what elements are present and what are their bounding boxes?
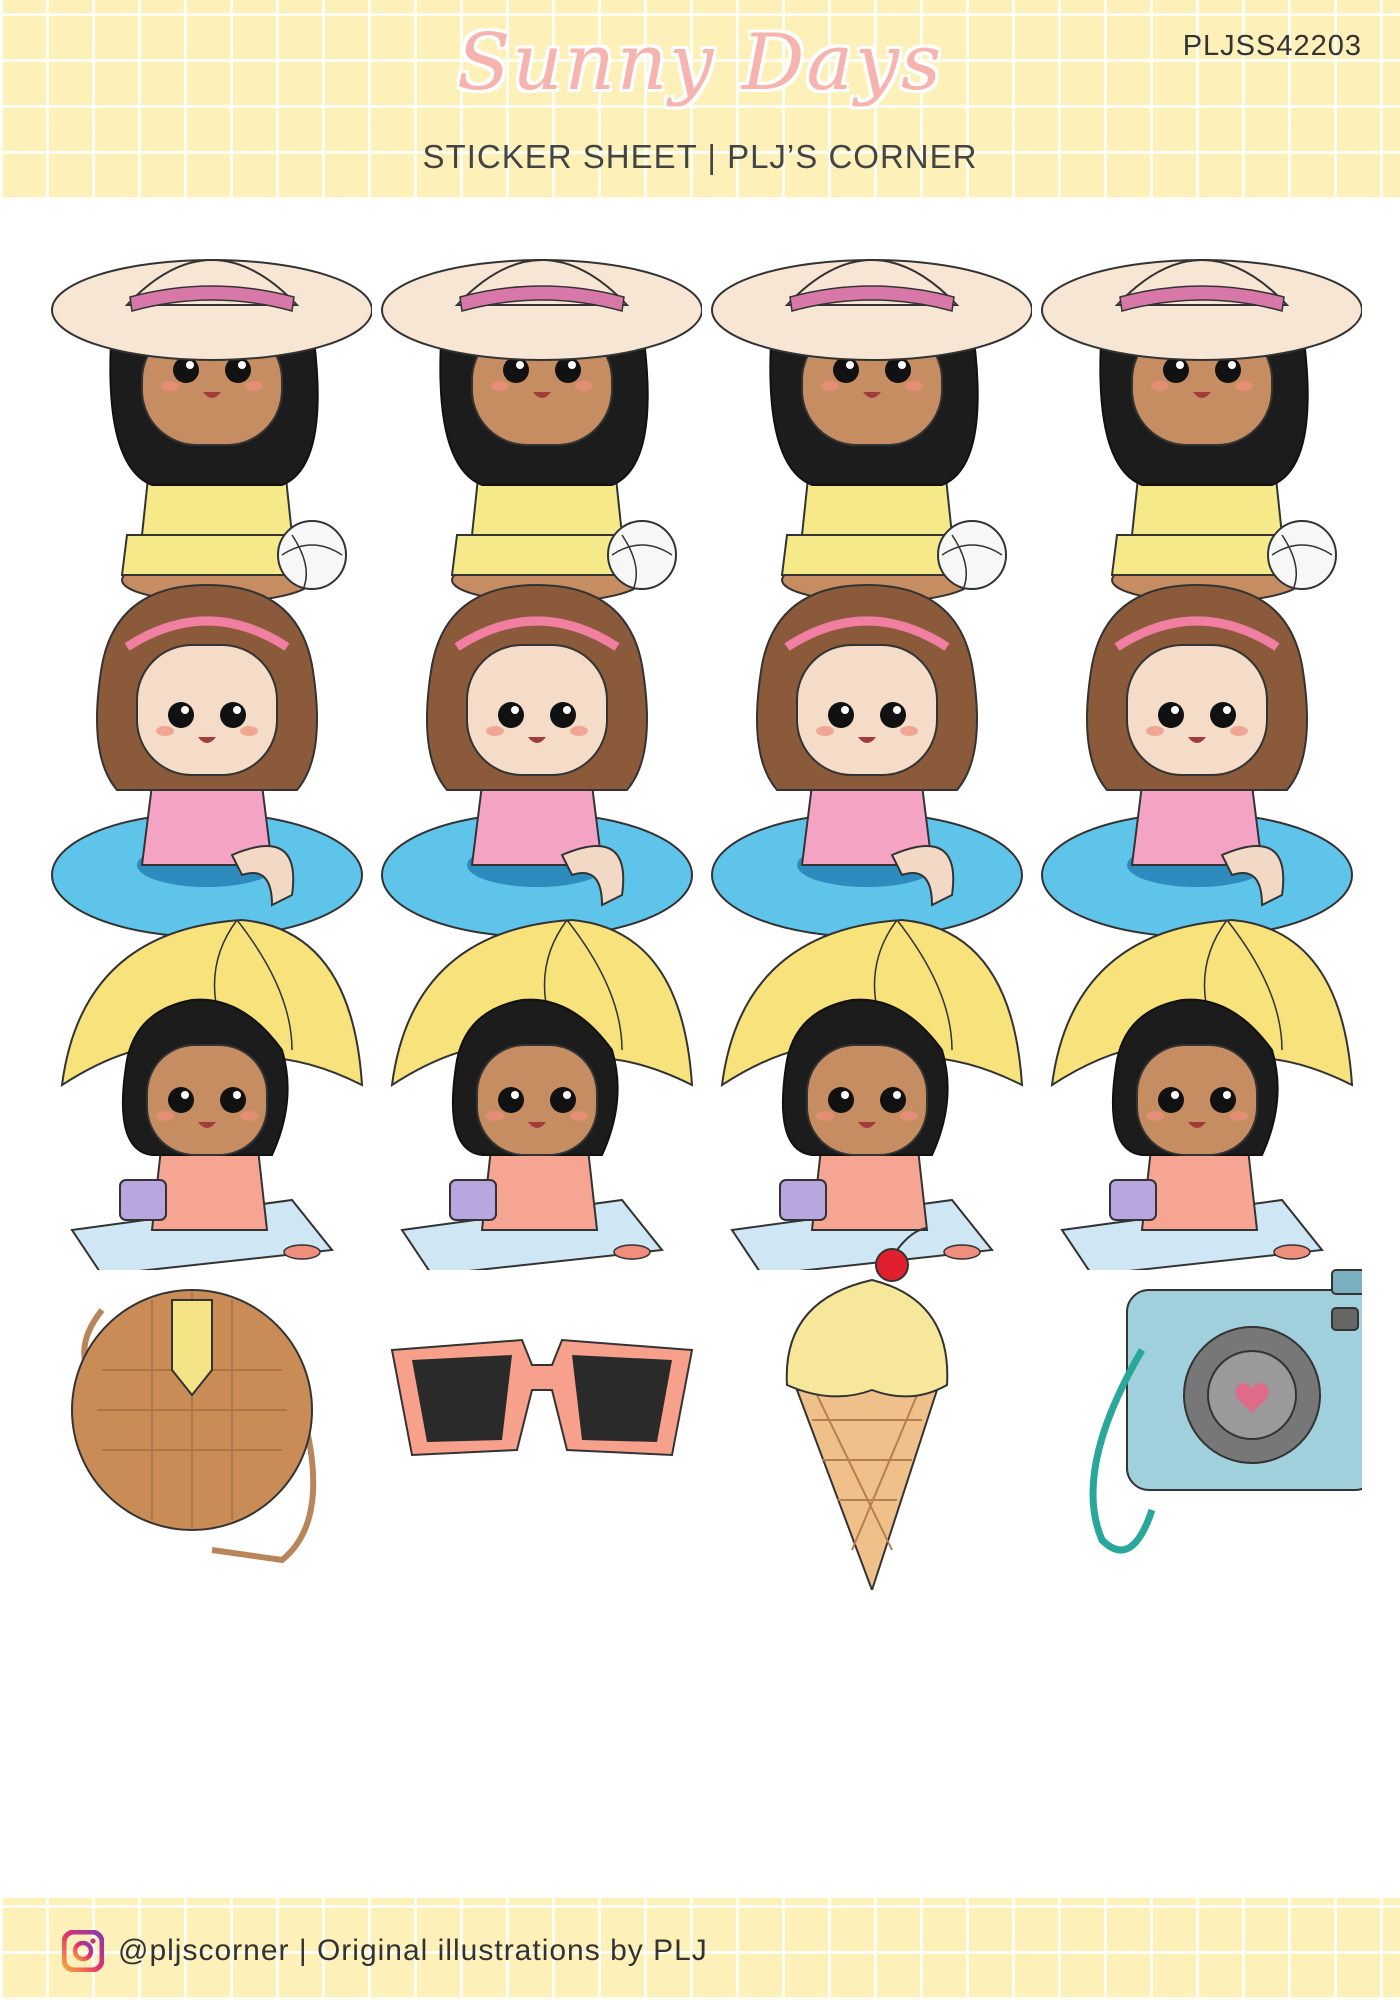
umbrella-girl-sticker: [1032, 900, 1362, 1277]
float-girl-sticker-illustration: [51, 583, 363, 938]
sunglasses-sticker: [372, 1220, 702, 1590]
hat-girl-sticker-illustration: [51, 259, 373, 603]
float-girl-sticker: [372, 575, 702, 945]
camera-sticker-illustration: [1089, 1269, 1378, 1554]
sticker-grid: [0, 200, 1400, 1898]
hat-girl-sticker: [42, 235, 373, 605]
footer-credit: @pljscorner | Original illustrations by …: [118, 1934, 708, 1967]
float-girl-sticker-illustration: [381, 583, 693, 938]
hat-girl-sticker-illustration: [711, 259, 1033, 603]
float-girl-sticker: [702, 575, 1032, 945]
product-code: PLJSS42203: [1182, 30, 1362, 62]
umbrella-girl-sticker-illustration: [720, 918, 1024, 1277]
umbrella-girl-sticker-illustration: [390, 918, 694, 1277]
camera-sticker: [1032, 1220, 1378, 1590]
sheet-subtitle: STICKER SHEET | PLJ’S CORNER: [422, 138, 978, 175]
float-girl-sticker: [42, 575, 372, 945]
umbrella-girl-sticker: [42, 900, 372, 1277]
sunglasses-sticker-illustration: [390, 1338, 694, 1457]
hat-girl-sticker: [702, 235, 1033, 605]
umbrella-girl-sticker: [702, 900, 1032, 1277]
straw-bag-sticker: [42, 1220, 372, 1590]
hat-girl-sticker-illustration: [381, 259, 703, 603]
umbrella-girl-sticker-illustration: [60, 918, 364, 1277]
instagram-icon: [62, 1930, 104, 1972]
hat-girl-sticker: [1032, 235, 1363, 605]
float-girl-sticker-illustration: [711, 583, 1023, 938]
ice-cream-sticker-illustration: [785, 1227, 949, 1594]
sticker-sheet-page: Sunny Days STICKER SHEET | PLJ’S CORNER …: [0, 0, 1400, 2000]
float-girl-sticker-illustration: [1041, 583, 1353, 938]
hat-girl-sticker-illustration: [1041, 259, 1363, 603]
footer: @pljscorner | Original illustrations by …: [62, 1930, 708, 1972]
float-girl-sticker: [1032, 575, 1362, 945]
straw-bag-sticker-illustration: [71, 1289, 317, 1564]
umbrella-girl-sticker-illustration: [1050, 918, 1354, 1277]
ice-cream-sticker: [702, 1220, 1032, 1594]
sticker-area: [0, 200, 1400, 1898]
hat-girl-sticker: [372, 235, 703, 605]
umbrella-girl-sticker: [372, 900, 702, 1277]
